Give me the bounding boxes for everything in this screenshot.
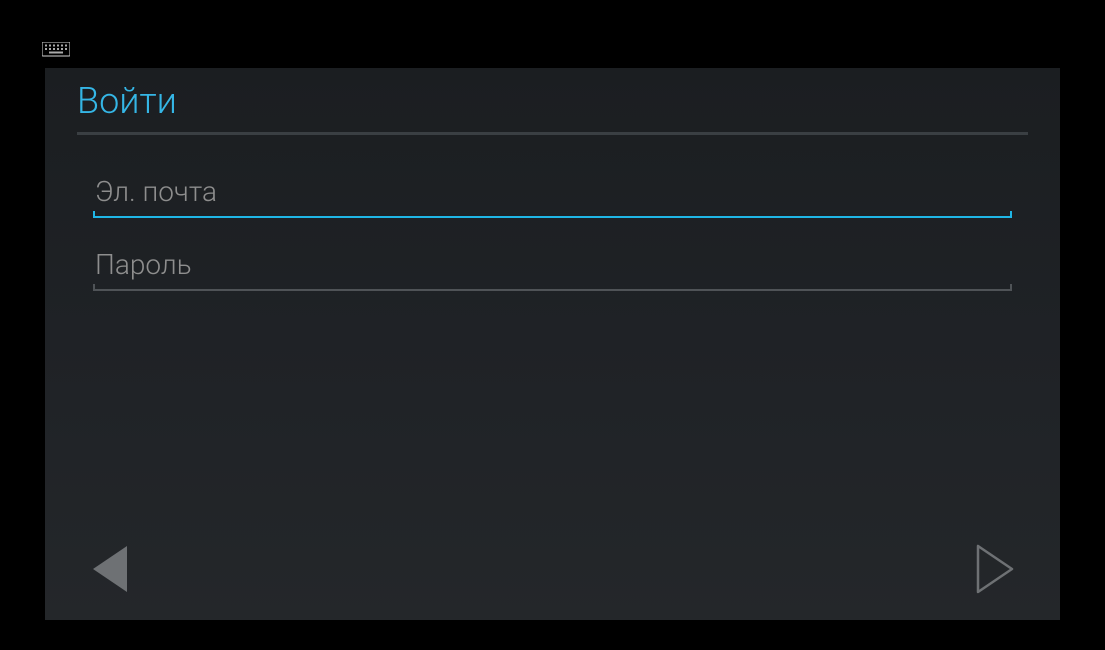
email-underline (93, 216, 1012, 218)
forward-button[interactable] (976, 544, 1016, 598)
triangle-right-icon (976, 579, 1016, 598)
status-bar (42, 42, 70, 64)
title-divider (77, 132, 1028, 135)
login-panel: Войти (45, 68, 1060, 620)
login-form (45, 171, 1060, 291)
password-field[interactable] (93, 244, 1012, 289)
keyboard-icon (42, 42, 70, 64)
email-field[interactable] (93, 171, 1012, 216)
email-field-wrap (93, 171, 1012, 218)
password-underline (93, 289, 1012, 291)
password-field-wrap (93, 244, 1012, 291)
triangle-left-icon (89, 579, 129, 598)
page-title: Войти (45, 68, 1060, 132)
back-button[interactable] (89, 544, 129, 598)
